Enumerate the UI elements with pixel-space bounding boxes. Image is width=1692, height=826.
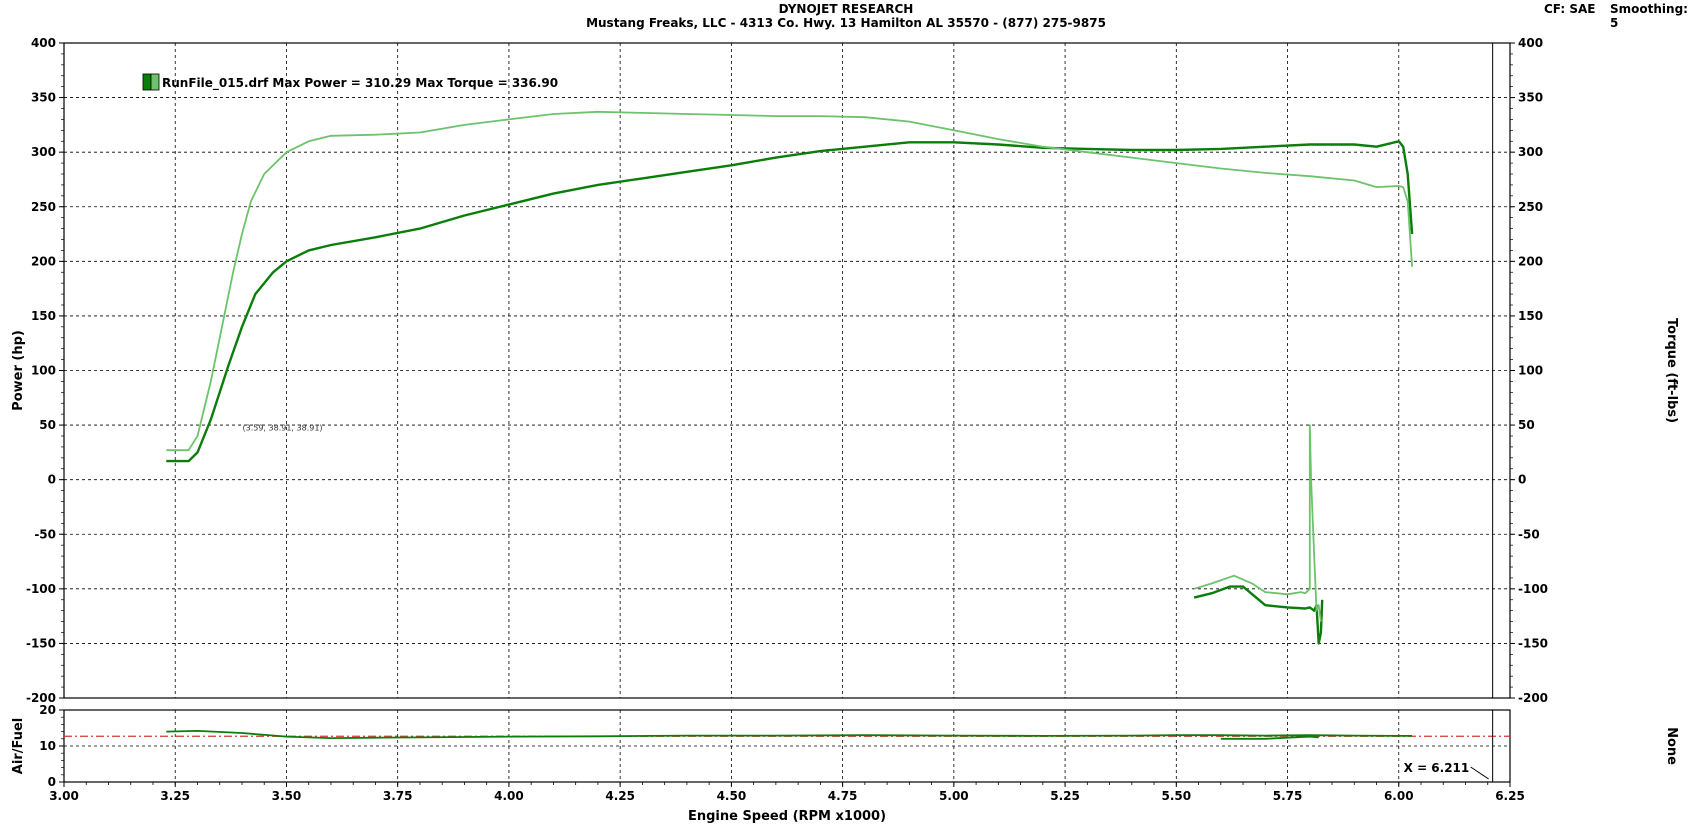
y-tick-label-left: 400 (31, 36, 56, 50)
x-tick-label: 5.75 (1273, 789, 1303, 803)
x-tick-label: 3.25 (160, 789, 190, 803)
y-tick-label-right: 100 (1518, 364, 1543, 378)
x-tick-label: 4.75 (828, 789, 858, 803)
y-tick-label-right: 0 (1518, 473, 1526, 487)
afr-axis-title-right: None (1664, 727, 1679, 765)
y-tick-label-right: 350 (1518, 91, 1543, 105)
x-tick-label: 3.50 (272, 789, 302, 803)
afr-axis-title-left: Air/Fuel (11, 718, 26, 774)
y-tick-label-right: 200 (1518, 254, 1543, 268)
afr-y-tick-label: 10 (39, 739, 56, 753)
afr-y-tick-label: 0 (48, 775, 56, 789)
afr-y-tick-label: 20 (39, 703, 56, 717)
y-tick-label-left: 0 (48, 473, 56, 487)
x-tick-label: 3.75 (383, 789, 413, 803)
y-axis-title-right: Torque (ft-lbs) (1664, 318, 1679, 423)
y-tick-label-left: -100 (26, 582, 56, 596)
y-tick-label-left: 300 (31, 145, 56, 159)
dyno-chart: 3.00 3.25 3.50 3.75 4.00 4.25 4.50 4.75 5.00 5.25… (0, 0, 1692, 826)
y-tick-label-right: 150 (1518, 309, 1543, 323)
y-tick-label-right: -150 (1518, 636, 1548, 650)
y-tick-label-right: -100 (1518, 582, 1548, 596)
legend-text: RunFile_015.drf Max Power = 310.29 Max T… (162, 76, 558, 91)
x-tick-label: 5.50 (1162, 789, 1192, 803)
legend-swatch-torque (150, 73, 160, 91)
y-tick-label-left: 100 (31, 364, 56, 378)
x-tick-label: 5.25 (1050, 789, 1080, 803)
chart-title: DYNOJET RESEARCH (778, 2, 914, 16)
chart-svg: 3.00 3.25 3.50 3.75 4.00 4.25 4.50 4.75 5.00 5.25… (11, 36, 1679, 824)
chart-subtitle: Mustang Freaks, LLC - 4313 Co. Hwy. 13 H… (586, 16, 1106, 30)
cf-label: CF: SAE (1544, 2, 1596, 16)
y-tick-label-right: -50 (1518, 527, 1540, 541)
y-tick-label-left: 200 (31, 254, 56, 268)
x-tick-label: 6.00 (1384, 789, 1414, 803)
point-annotation: (3.59, 38.91, 38.91) (243, 424, 323, 433)
x-tick-label: 4.25 (605, 789, 635, 803)
y-axis-title-left: Power (hp) (11, 330, 26, 411)
x-tick-label: 5.00 (939, 789, 969, 803)
y-tick-label-right: 250 (1518, 200, 1543, 214)
y-tick-label-left: 50 (39, 418, 56, 432)
y-tick-label-left: 350 (31, 91, 56, 105)
smoothing-label: Smoothing: 5 (1610, 2, 1688, 30)
x-tick-label: 4.00 (494, 789, 524, 803)
y-tick-label-right: -200 (1518, 691, 1548, 705)
y-tick-label-left: 250 (31, 200, 56, 214)
y-tick-label-left: 150 (31, 309, 56, 323)
x-tick-label: 4.50 (717, 789, 747, 803)
y-tick-label-right: 50 (1518, 418, 1535, 432)
x-axis-title: Engine Speed (RPM x1000) (688, 809, 886, 824)
y-tick-label-left: -150 (26, 636, 56, 650)
y-tick-label-left: -50 (34, 527, 56, 541)
cursor-readout: X = 6.211 (1404, 761, 1470, 775)
y-tick-label-right: 300 (1518, 145, 1543, 159)
y-tick-label-right: 400 (1518, 36, 1543, 50)
x-tick-label: 3.00 (49, 789, 79, 803)
x-tick-label: 6.25 (1495, 789, 1525, 803)
legend-swatch-power (142, 73, 152, 91)
